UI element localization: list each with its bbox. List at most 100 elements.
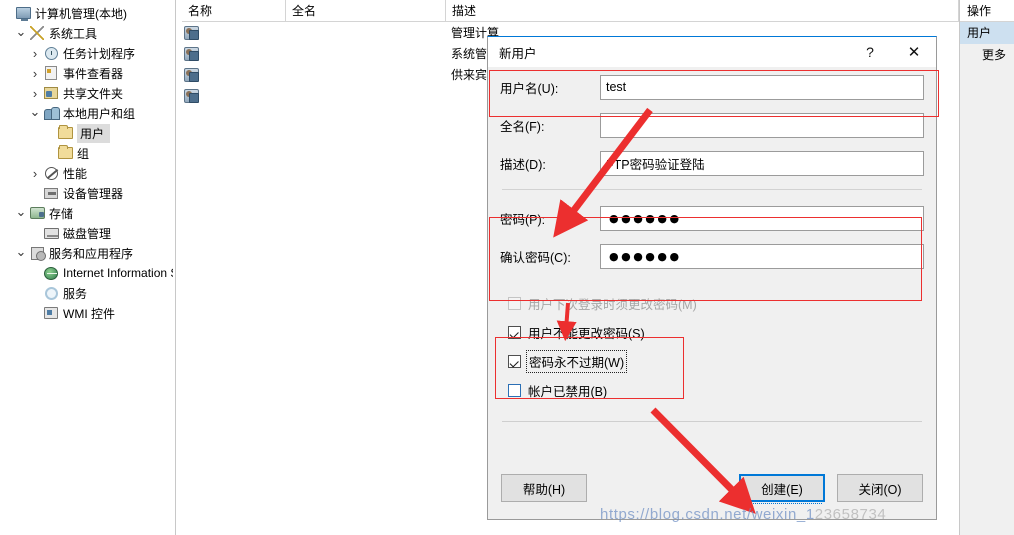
chevron-down-icon[interactable]: ⌄ [14, 245, 28, 258]
navigation-tree-pane: 计算机管理(本地) ⌄ 系统工具 › 任务计划程序 › 事件查看器 › 共享文件夹 ⌄ 本地用户和组… [0, 0, 176, 535]
tree-item-label: WMI 控件 [63, 306, 115, 321]
storage-icon [28, 207, 46, 219]
help-icon[interactable]: ? [848, 37, 892, 68]
tree-item-1[interactable]: ⌄ 系统工具 [0, 23, 175, 43]
performance-icon [42, 166, 60, 180]
actions-item-users[interactable]: 用户 [960, 22, 1014, 44]
task-scheduler-icon-glyph [44, 46, 58, 60]
tree-item-15[interactable]: WMI 控件 [0, 303, 175, 323]
password-field-value: ●●●●●● [609, 211, 682, 225]
tree-item-0[interactable]: 计算机管理(本地) [0, 3, 175, 23]
chevron-right-icon[interactable]: › [28, 67, 42, 80]
tree-item-label: 计算机管理(本地) [35, 6, 127, 21]
local-users-icon [42, 106, 60, 120]
tree-item-label: 服务 [63, 286, 88, 301]
password-never-expires-checkbox[interactable] [508, 355, 521, 368]
chevron-right-icon[interactable]: › [28, 47, 42, 60]
navigation-tree: 计算机管理(本地) ⌄ 系统工具 › 任务计划程序 › 事件查看器 › 共享文件夹 ⌄ 本地用户和组… [0, 3, 175, 323]
tree-item-13[interactable]: Internet Information S [0, 263, 175, 283]
cannot-change-password-checkbox[interactable] [508, 326, 521, 339]
password-never-expires-checkbox-row[interactable]: 密码永不过期(W) [500, 347, 924, 376]
column-header-description[interactable]: 描述 [446, 0, 959, 22]
tree-item-label: 设备管理器 [63, 186, 124, 201]
storage-icon-glyph [29, 207, 45, 219]
username-field-row: 用户名(U): test [500, 68, 924, 106]
chevron-down-icon[interactable]: ⌄ [28, 105, 42, 118]
tree-item-5[interactable]: ⌄ 本地用户和组 [0, 103, 175, 123]
chevron-right-icon[interactable]: › [28, 167, 42, 180]
tree-item-3[interactable]: › 事件查看器 [0, 63, 175, 83]
device-manager-icon-glyph [44, 187, 58, 199]
system-tools-icon-glyph [30, 26, 44, 40]
tree-item-label: 磁盘管理 [63, 226, 112, 241]
new-user-dialog: 新用户 ? ✕ 用户名(U): test 全名(F): 描述(D): FTP密码验证登陆… [487, 36, 937, 520]
tree-item-10[interactable]: ⌄ 存储 [0, 203, 175, 223]
must-change-password-checkbox [508, 297, 521, 310]
device-manager-icon [42, 187, 60, 199]
tree-item-14[interactable]: 服务 [0, 283, 175, 303]
folder-icon-glyph [57, 145, 73, 159]
tree-item-label: 本地用户和组 [63, 106, 136, 121]
create-button[interactable]: 创建(E) [739, 474, 825, 504]
folder-icon [56, 145, 74, 159]
chevron-right-icon[interactable]: › [28, 87, 42, 100]
focus-indicator [742, 503, 822, 504]
help-button[interactable]: 帮助(H) [501, 474, 587, 502]
tree-item-label: 任务计划程序 [63, 46, 136, 61]
fullname-field[interactable] [600, 112, 924, 138]
services-apps-icon [28, 246, 46, 261]
tree-item-8[interactable]: › 性能 [0, 163, 175, 183]
tree-item-label: 服务和应用程序 [49, 246, 134, 261]
shared-folders-icon [42, 87, 60, 99]
disk-management-icon-glyph [43, 227, 59, 239]
services-icon-glyph [44, 286, 58, 300]
close-button[interactable]: 关闭(O) [837, 474, 923, 502]
confirm-password-field[interactable]: ●●●●●● [600, 243, 924, 269]
wmi-control-icon [42, 307, 60, 319]
section-divider-1 [502, 189, 922, 190]
tree-item-4[interactable]: › 共享文件夹 [0, 83, 175, 103]
actions-pane: 操作 用户 更多 [960, 0, 1014, 535]
task-scheduler-icon [42, 46, 60, 60]
tree-item-11[interactable]: 磁盘管理 [0, 223, 175, 243]
user-account-icon-glyph [184, 67, 199, 82]
iis-icon-glyph [44, 266, 58, 280]
cannot-change-password-checkbox-row[interactable]: 用户不能更改密码(S) [500, 318, 924, 347]
username-field[interactable]: test [600, 74, 924, 100]
tree-item-12[interactable]: ⌄ 服务和应用程序 [0, 243, 175, 263]
account-disabled-checkbox[interactable] [508, 384, 521, 397]
tree-item-7[interactable]: 组 [0, 143, 175, 163]
column-header-fullname[interactable]: 全名 [286, 0, 446, 22]
password-field[interactable]: ●●●●●● [600, 205, 924, 231]
column-header-name[interactable]: 名称 [182, 0, 286, 22]
must-change-password-checkbox-label: 用户下次登录时须更改密码(M) [528, 298, 697, 312]
dialog-body: 用户名(U): test 全名(F): 描述(D): FTP密码验证登陆 密码(P): ●… [488, 68, 936, 422]
user-account-icon [184, 88, 202, 103]
tree-item-9[interactable]: 设备管理器 [0, 183, 175, 203]
event-viewer-icon [42, 66, 60, 80]
chevron-down-icon[interactable]: ⌄ [14, 25, 28, 38]
tree-item-label: 系统工具 [49, 26, 98, 41]
tree-item-2[interactable]: › 任务计划程序 [0, 43, 175, 63]
tree-item-6[interactable]: 用户 [0, 123, 175, 143]
password-fields-group: 密码(P): ●●●●●● 确认密码(C): ●●●●●● [500, 199, 924, 275]
must-change-password-checkbox-row: 用户下次登录时须更改密码(M) [500, 289, 924, 318]
account-disabled-checkbox-row[interactable]: 帐户已禁用(B) [500, 376, 924, 405]
description-field[interactable]: FTP密码验证登陆 [600, 150, 924, 176]
cannot-change-password-checkbox-label: 用户不能更改密码(S) [528, 327, 645, 341]
tree-item-label: 共享文件夹 [63, 86, 124, 101]
username-field-label: 用户名(U): [500, 81, 559, 96]
dialog-titlebar: 新用户 ? ✕ [488, 37, 936, 68]
disk-management-icon [42, 227, 60, 239]
create-button-label: 创建(E) [761, 482, 803, 497]
fullname-field-label: 全名(F): [500, 119, 545, 134]
computer-icon [14, 7, 32, 21]
actions-item-more[interactable]: 更多 [960, 44, 1014, 66]
folder-icon [56, 125, 74, 139]
tree-item-label: 事件查看器 [63, 66, 124, 81]
services-icon [42, 286, 60, 300]
chevron-down-icon[interactable]: ⌄ [14, 205, 28, 218]
actions-pane-title: 操作 [960, 0, 1014, 22]
close-icon[interactable]: ✕ [892, 37, 936, 68]
folder-icon-glyph [57, 125, 73, 139]
